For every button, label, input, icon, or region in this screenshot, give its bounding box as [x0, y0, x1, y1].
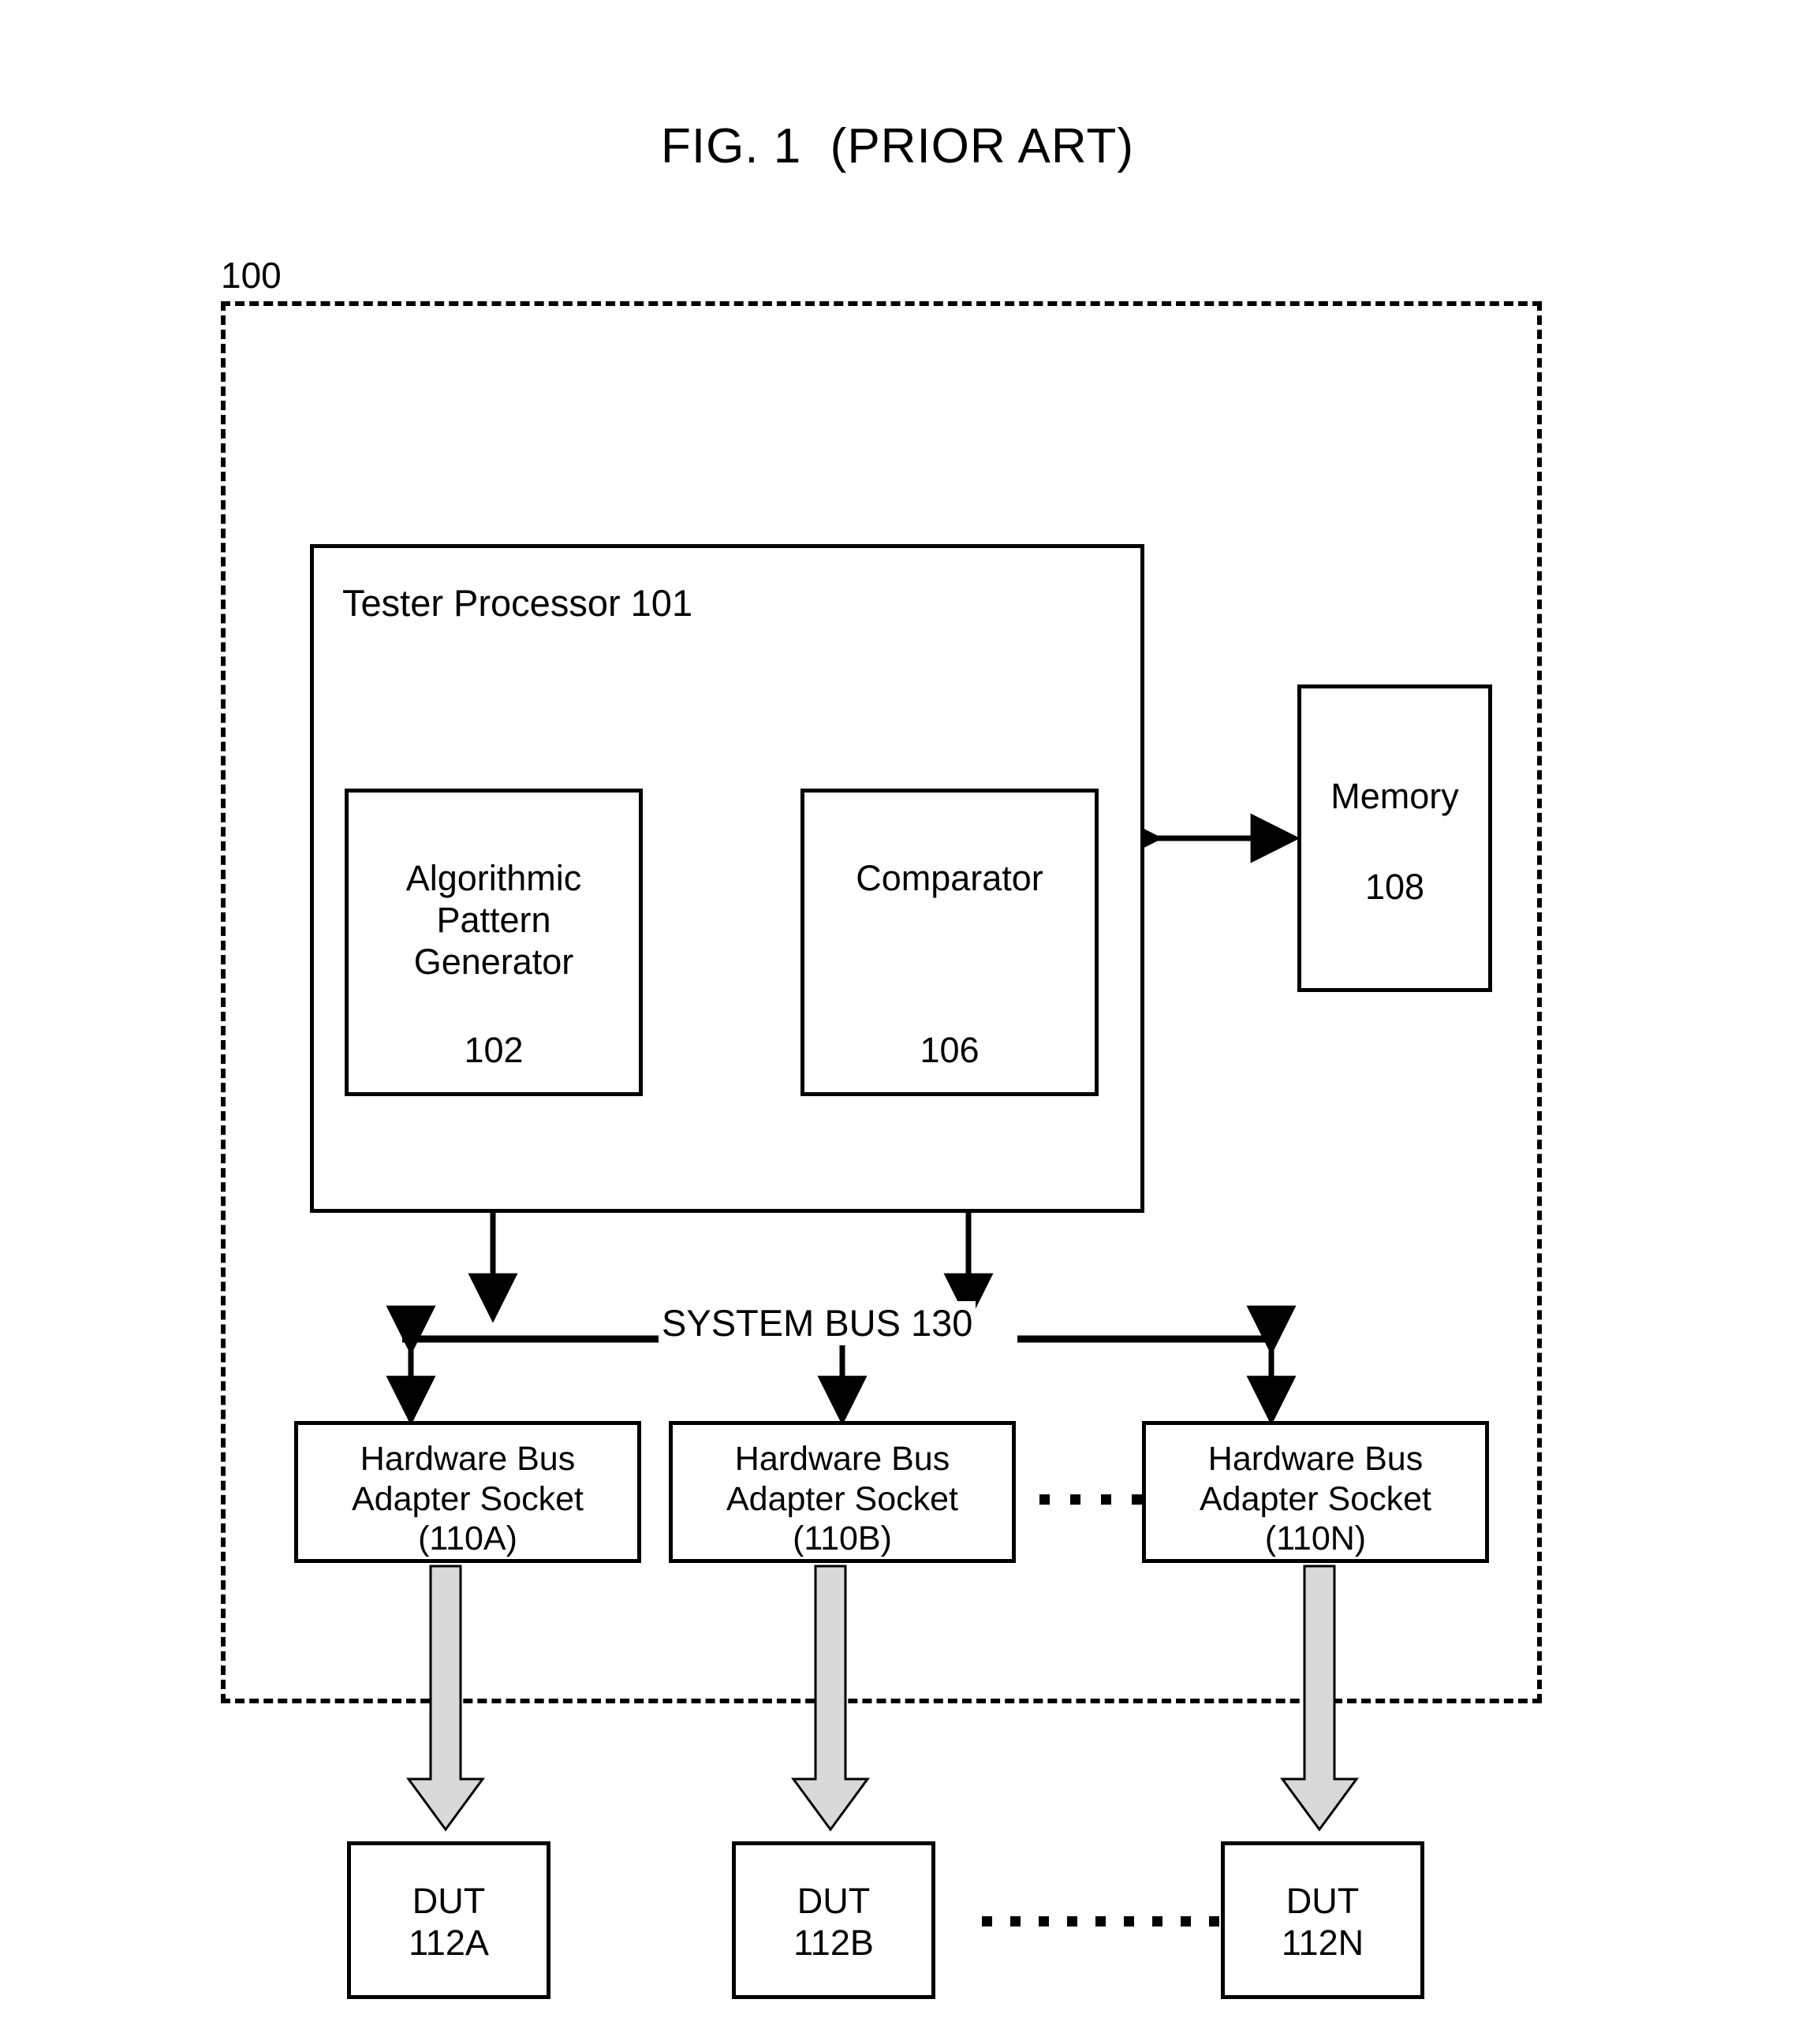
dut-112b-label: DUT 112B: [793, 1881, 874, 1964]
dut-112a-label: DUT 112A: [409, 1881, 489, 1964]
algorithmic-pattern-generator-box: Algorithmic Pattern Generator 102: [345, 789, 643, 1096]
ellipsis-dot: [1067, 1916, 1077, 1927]
dut-112n-box: DUT 112N: [1221, 1841, 1424, 1999]
ellipsis-dot: [1070, 1494, 1080, 1505]
ellipsis-dot: [1010, 1916, 1021, 1927]
dut-ellipsis-dots: [982, 1916, 1237, 1927]
comparator-ref: 106: [920, 1030, 980, 1070]
ellipsis-dot: [1152, 1916, 1162, 1927]
algorithmic-pattern-generator-ref: 102: [464, 1030, 524, 1070]
dut-112a-box: DUT 112A: [347, 1841, 550, 1999]
comparator-box: Comparator 106: [800, 789, 1099, 1096]
algorithmic-pattern-generator-label: Algorithmic Pattern Generator: [405, 858, 582, 983]
hardware-bus-adapter-socket-110a: Hardware Bus Adapter Socket (110A): [294, 1421, 641, 1563]
memory-ref: 108: [1364, 867, 1425, 907]
tester-processor-title: Tester Processor 101: [342, 582, 693, 624]
comparator-label: Comparator: [856, 858, 1043, 898]
ellipsis-dot: [1124, 1916, 1134, 1927]
hardware-bus-adapter-socket-110b: Hardware Bus Adapter Socket (110B): [669, 1421, 1016, 1563]
ellipsis-dot: [1132, 1494, 1142, 1505]
ellipsis-dot: [1039, 1916, 1049, 1927]
system-reference-numeral: 100: [221, 255, 282, 296]
ellipsis-dot: [1039, 1494, 1050, 1505]
ellipsis-dot: [982, 1916, 992, 1927]
dut-112b-box: DUT 112B: [732, 1841, 935, 1999]
ellipsis-dot: [1181, 1916, 1191, 1927]
dut-112n-label: DUT 112N: [1281, 1881, 1364, 1964]
page-title: FIG. 1 (PRIOR ART): [660, 119, 1135, 173]
socket-110b-label: Hardware Bus Adapter Socket (110B): [726, 1440, 958, 1558]
socket-110a-label: Hardware Bus Adapter Socket (110A): [351, 1440, 584, 1558]
figure-page: FIG. 1 (PRIOR ART) 100 Tester Processor …: [0, 0, 1795, 2044]
hardware-bus-adapter-socket-110n: Hardware Bus Adapter Socket (110N): [1142, 1421, 1489, 1563]
ellipsis-dot: [1095, 1916, 1106, 1927]
socket-ellipsis-dots: [1039, 1494, 1162, 1505]
memory-label: Memory: [1330, 776, 1459, 816]
memory-box: Memory 108: [1297, 684, 1492, 992]
socket-110n-label: Hardware Bus Adapter Socket (110N): [1199, 1440, 1431, 1558]
ellipsis-dot: [1101, 1494, 1111, 1505]
system-bus-label: SYSTEM BUS 130: [659, 1301, 976, 1345]
ellipsis-dot: [1209, 1916, 1219, 1927]
